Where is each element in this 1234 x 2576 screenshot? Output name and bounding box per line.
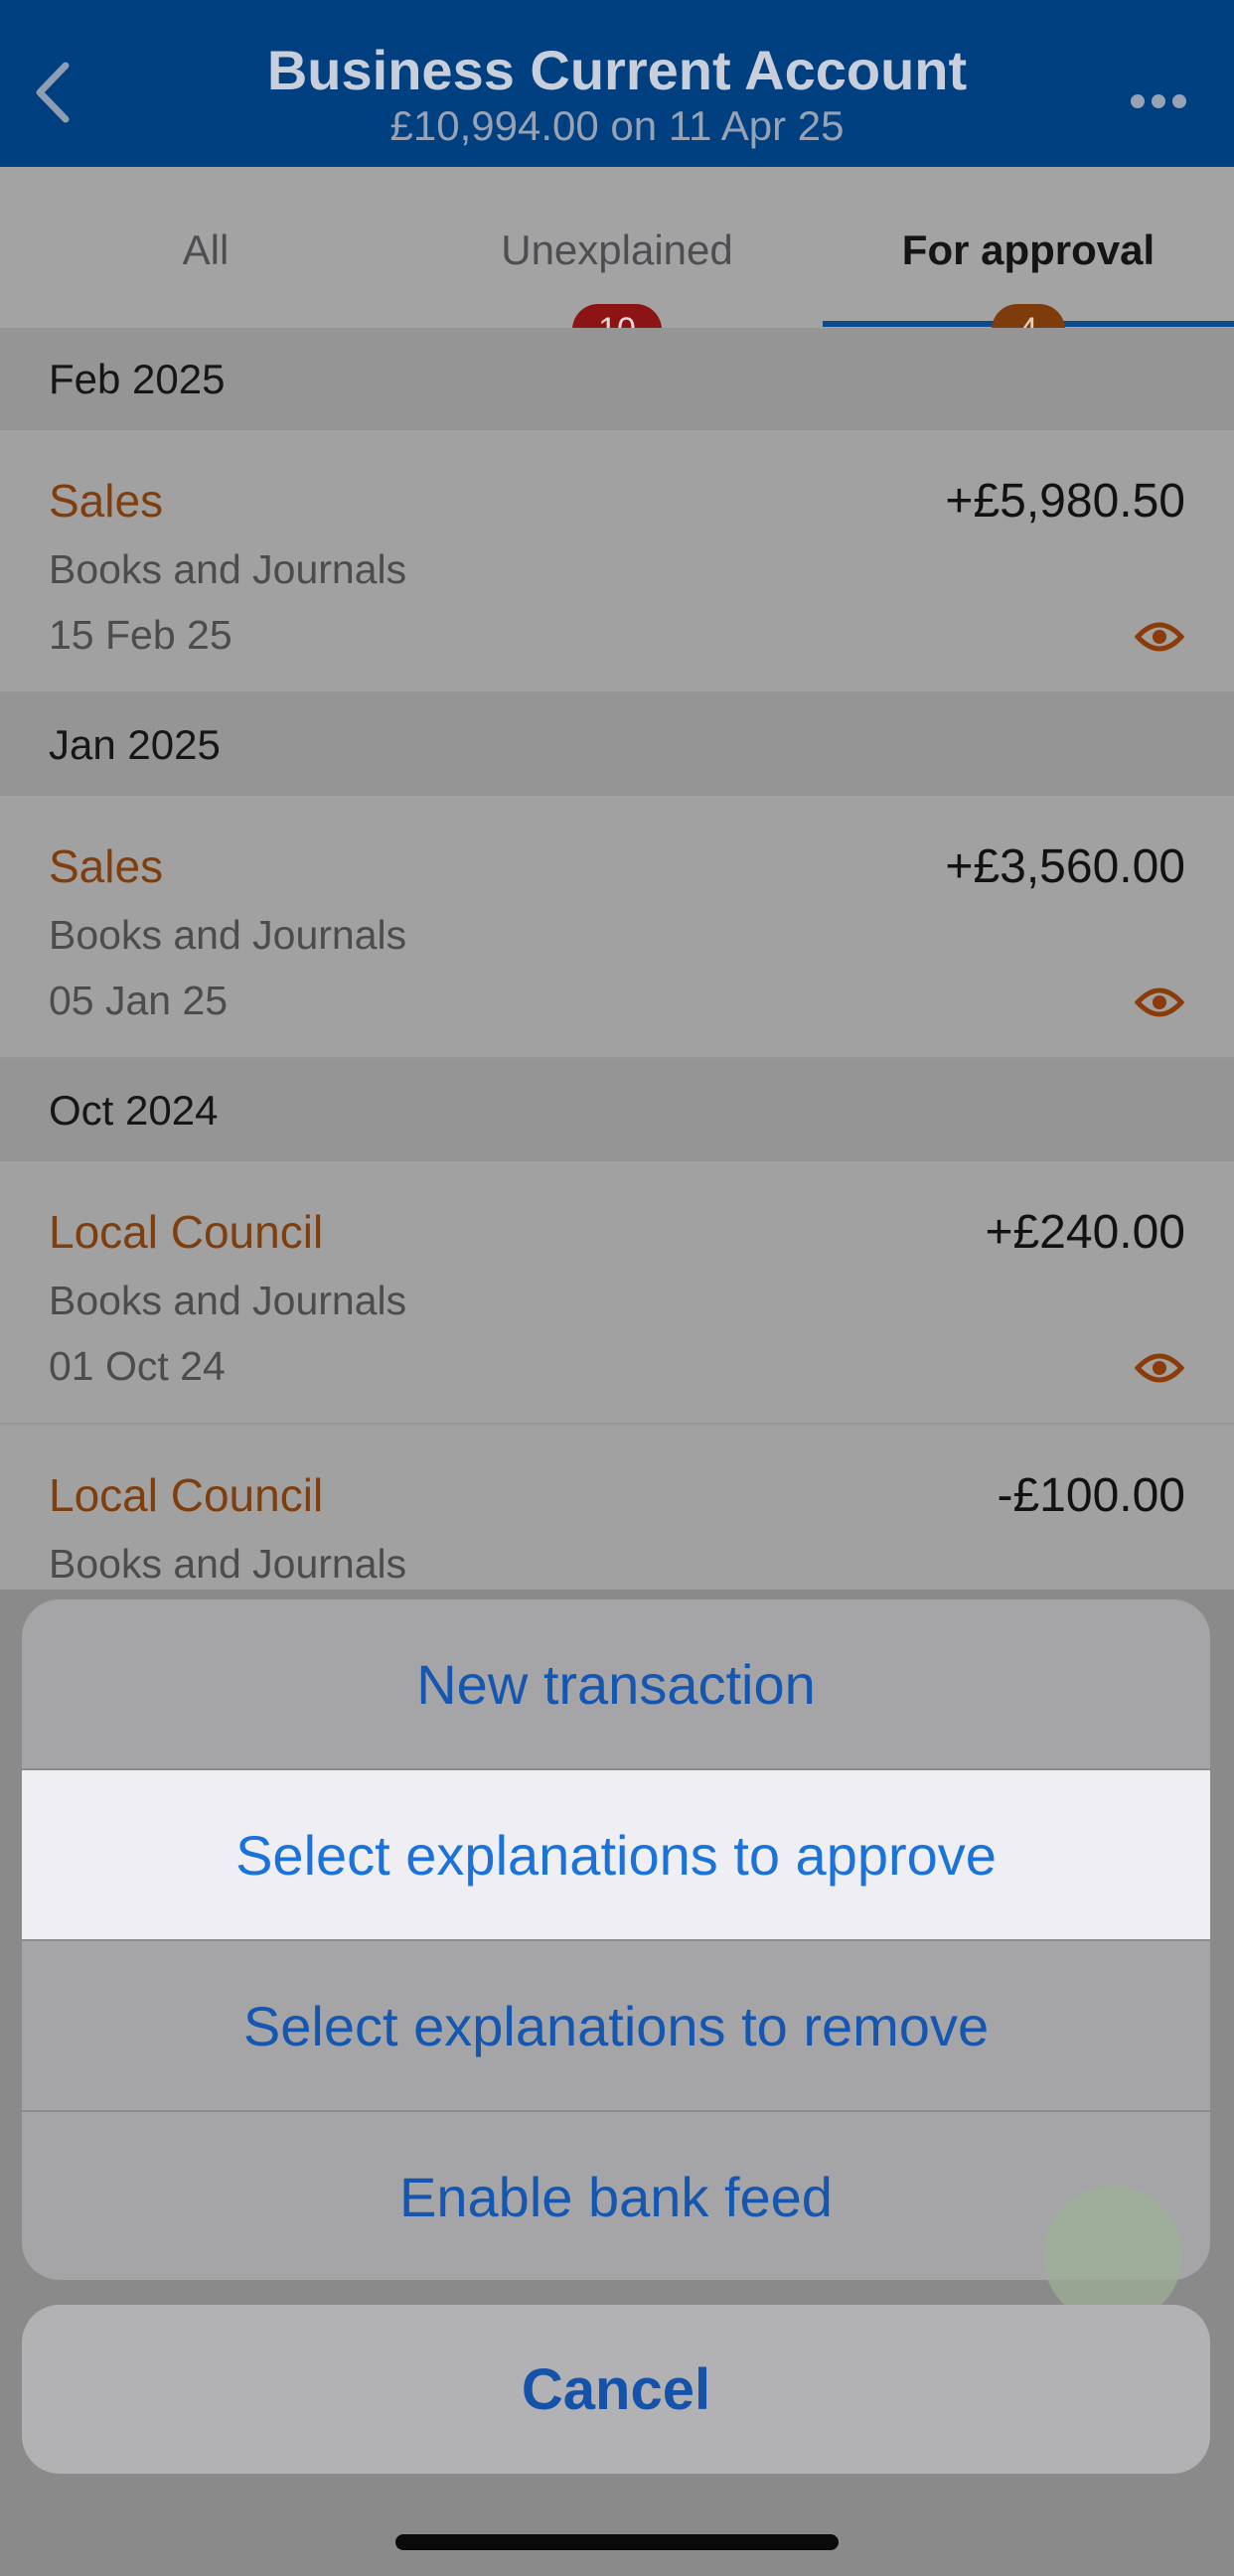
- transaction-date: 15 Feb 25: [49, 612, 232, 658]
- transaction-row[interactable]: Sales +£5,980.50 Books and Journals 15 F…: [0, 430, 1234, 693]
- month-header: Feb 2025: [0, 328, 1234, 430]
- transaction-amount: +£3,560.00: [945, 840, 1185, 893]
- eye-icon: [1135, 987, 1184, 1017]
- payee-name: Local Council: [49, 1206, 324, 1258]
- home-indicator: [395, 2534, 839, 2550]
- transaction-list: Feb 2025 Sales +£5,980.50 Books and Jour…: [0, 328, 1234, 1688]
- cancel-button[interactable]: Cancel: [22, 2305, 1210, 2474]
- payee-name: Sales: [49, 840, 164, 892]
- eye-icon: [1135, 622, 1184, 652]
- floating-action-button: [1043, 2186, 1182, 2325]
- payee-name: Local Council: [49, 1469, 324, 1521]
- transaction-amount: +£240.00: [985, 1206, 1185, 1259]
- tab-for-approval[interactable]: For approval: [823, 227, 1234, 274]
- enable-bank-feed-button[interactable]: Enable bank feed: [22, 2112, 1210, 2280]
- transaction-amount: -£100.00: [997, 1469, 1186, 1522]
- transaction-category: Books and Journals: [49, 1541, 407, 1587]
- transaction-category: Books and Journals: [49, 912, 407, 958]
- tab-unexplained[interactable]: Unexplained: [411, 227, 823, 274]
- tab-all[interactable]: All: [0, 227, 411, 274]
- transaction-category: Books and Journals: [49, 546, 407, 592]
- app-header: Business Current Account £10,994.00 on 1…: [0, 0, 1234, 167]
- transaction-date: 05 Jan 25: [49, 978, 229, 1023]
- select-to-approve-button[interactable]: Select explanations to approve: [22, 1770, 1210, 1939]
- account-balance: £10,994.00 on 11 Apr 25: [389, 102, 845, 149]
- month-header: Oct 2024: [0, 1059, 1234, 1161]
- transaction-amount: +£5,980.50: [945, 475, 1185, 528]
- payee-name: Sales: [49, 475, 164, 527]
- more-options-button[interactable]: [1131, 91, 1186, 111]
- new-transaction-button[interactable]: New transaction: [22, 1599, 1210, 1768]
- eye-icon: [1135, 1353, 1184, 1383]
- ellipsis-icon: [1131, 94, 1145, 108]
- month-header: Jan 2025: [0, 693, 1234, 796]
- transaction-date: 01 Oct 24: [49, 1343, 226, 1389]
- transaction-row[interactable]: Sales +£3,560.00 Books and Journals 05 J…: [0, 796, 1234, 1059]
- action-sheet: New transaction Select explanations to a…: [22, 1599, 1210, 2280]
- transaction-row[interactable]: Local Council +£240.00 Books and Journal…: [0, 1161, 1234, 1425]
- page-title: Business Current Account: [266, 39, 968, 101]
- transaction-category: Books and Journals: [49, 1278, 407, 1323]
- select-to-remove-button[interactable]: Select explanations to remove: [22, 1941, 1210, 2110]
